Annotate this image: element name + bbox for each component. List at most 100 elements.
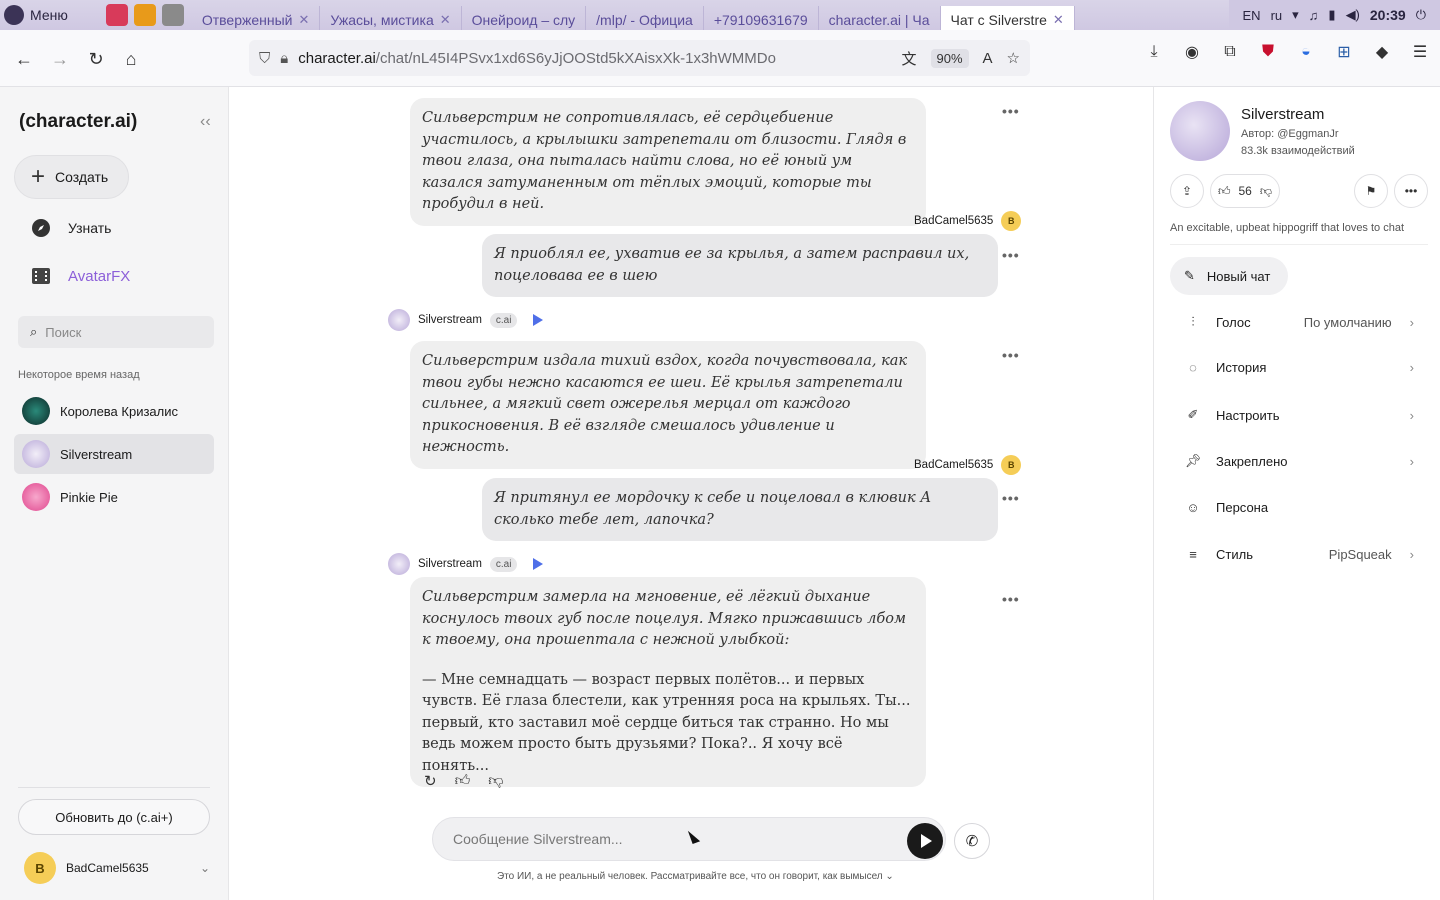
wifi-icon[interactable]: ▾ — [1292, 7, 1299, 23]
avatar — [22, 483, 50, 511]
search-input[interactable]: ⌕ Поиск — [18, 316, 214, 348]
keyboard-layout-secondary[interactable]: ru — [1271, 8, 1283, 23]
panel-row-pinned[interactable]: 📌︎ Закреплено › — [1184, 453, 1414, 469]
extension-icon[interactable]: ◆ — [1372, 42, 1392, 62]
like-dislike-group: 👍︎ 56 👎︎ — [1210, 174, 1280, 208]
message-text: Сильверстрим издала тихий вздох, когда п… — [422, 353, 908, 455]
window-tab-label: +79109631679 — [713, 12, 808, 28]
clock[interactable]: 20:39 — [1370, 7, 1406, 23]
zoom-level[interactable]: 90% — [930, 48, 969, 68]
upgrade-button[interactable]: Обновить до (c.ai+) — [18, 799, 210, 835]
new-chat-label: Новый чат — [1206, 268, 1271, 284]
panel-row-history[interactable]: ◌ История › — [1184, 360, 1414, 375]
avatar — [388, 309, 410, 331]
home-icon[interactable]: ⌂ — [113, 41, 149, 77]
thumbs-down-icon[interactable]: 👎︎ — [488, 772, 503, 790]
lock-icon[interactable]: 🔒︎ — [280, 50, 288, 67]
window-tab-active[interactable]: Чат с Silverstre ✕ — [940, 6, 1075, 30]
window-tab-label: Отверженный — [201, 12, 293, 28]
thumbs-down-icon[interactable]: 👎︎ — [1260, 184, 1272, 199]
vpn-icon[interactable]: ◒ — [1296, 42, 1316, 62]
phone-icon: ✆ — [965, 833, 979, 850]
window-tab[interactable]: +79109631679 — [704, 6, 819, 30]
ai-disclaimer[interactable]: Это ИИ, а не реальный человек. Рассматри… — [497, 871, 894, 882]
ublock-icon[interactable]: ⛊ — [1258, 42, 1278, 62]
message-more-icon[interactable]: ••• — [1002, 247, 1020, 263]
collapse-sidebar-icon[interactable]: ‹‹ — [200, 113, 211, 131]
bookmark-star-icon[interactable]: ☆ — [1007, 49, 1020, 67]
system-taskbar: Меню Отверженный ✕ Ужасы, мистика ✕ Онейро… — [0, 0, 1440, 30]
sublime-icon[interactable] — [133, 4, 156, 26]
new-chat-button[interactable]: ✎ Новый чат — [1170, 257, 1288, 295]
hamburger-menu-icon[interactable]: ☰ — [1410, 42, 1430, 62]
close-icon[interactable]: ✕ — [440, 12, 451, 28]
panel-row-style[interactable]: ≡ Стиль PipSqueak › — [1184, 547, 1414, 562]
url-bar[interactable]: ⛉ 🔒︎ character.ai/chat/nL45I4PSvx1xd6S6y… — [249, 40, 1030, 76]
message-more-icon[interactable]: ••• — [1002, 490, 1020, 506]
chat-list-item-name: Silverstream — [60, 446, 133, 462]
panel-row-customize[interactable]: ✐ Настроить › — [1184, 407, 1414, 423]
chat-list-item-name: Королева Кризалис — [60, 403, 178, 419]
reader-icon[interactable]: A — [983, 50, 993, 67]
forward-icon[interactable]: → — [42, 41, 78, 77]
chat-list-item-name: Pinkie Pie — [60, 489, 118, 505]
character-author[interactable]: Автор: @EggmanJr — [1241, 128, 1339, 140]
panel-row-voice[interactable]: ⫶ Голос По умолчанию › — [1184, 314, 1414, 330]
chat-list-item[interactable]: Королева Кризалис — [14, 391, 214, 431]
call-button[interactable]: ✆ — [954, 823, 990, 859]
search-icon: ⌕ — [30, 324, 38, 339]
play-voice-icon[interactable] — [533, 314, 544, 326]
start-menu-button[interactable]: Меню — [0, 0, 76, 30]
app-icon[interactable] — [105, 4, 128, 26]
create-button[interactable]: + Создать — [14, 155, 129, 199]
close-icon[interactable]: ✕ — [1053, 12, 1064, 28]
panel-row-persona[interactable]: ☺ Персона — [1184, 500, 1414, 515]
sender-name: Silverstream — [418, 314, 482, 326]
account-icon[interactable]: ◉ — [1182, 42, 1202, 62]
message-more-icon[interactable]: ••• — [1002, 103, 1020, 119]
message-more-icon[interactable]: ••• — [1002, 591, 1020, 607]
send-button[interactable] — [907, 823, 943, 859]
volume-icon[interactable]: ◀) — [1346, 7, 1360, 23]
nav-avatarfx[interactable]: AvatarFX — [30, 265, 130, 287]
user-profile-menu[interactable]: B BadCamel5635 ⌄ — [24, 852, 210, 884]
message-input[interactable]: Сообщение Silverstream... — [432, 817, 946, 861]
avatar — [388, 553, 410, 575]
translator-icon[interactable]: ⊞ — [1334, 42, 1354, 62]
download-icon[interactable]: ⤓ — [1144, 42, 1164, 62]
shield-icon[interactable]: ⛉ — [259, 50, 270, 67]
back-icon[interactable]: ← — [6, 41, 42, 77]
window-tab[interactable]: character.ai | Ча — [819, 6, 941, 30]
translate-icon[interactable]: 文 — [901, 48, 916, 69]
thumbs-up-icon[interactable]: 👍︎ — [455, 772, 471, 790]
files-icon[interactable] — [161, 4, 184, 26]
report-button[interactable]: ⚑ — [1354, 174, 1388, 208]
play-voice-icon[interactable] — [533, 558, 544, 570]
reload-icon[interactable]: ↻ — [78, 41, 114, 77]
chat-list-item-active[interactable]: Silverstream — [14, 434, 214, 474]
chat-list-item[interactable]: Pinkie Pie — [14, 477, 214, 517]
window-tab-label: Ужасы, мистика — [330, 12, 434, 28]
regenerate-icon[interactable]: ↻ — [424, 772, 437, 790]
keyboard-layout[interactable]: EN — [1243, 8, 1261, 23]
nav-discover[interactable]: Узнать — [30, 217, 111, 239]
battery-icon[interactable]: ▮ — [1328, 7, 1335, 23]
nav-avatarfx-label: AvatarFX — [68, 267, 131, 285]
brand-logo[interactable]: (character.ai) — [19, 111, 137, 133]
thumbs-up-icon[interactable]: 👍︎ — [1218, 184, 1231, 199]
more-options-button[interactable]: ••• — [1394, 174, 1428, 208]
share-button[interactable]: ⇪ — [1170, 174, 1204, 208]
extensions-icon[interactable]: ⧉ — [1220, 42, 1240, 62]
notification-icon[interactable]: ♫ — [1309, 8, 1319, 23]
window-tab-label: /mlp/ - Официа — [596, 12, 693, 28]
film-icon — [30, 265, 52, 287]
message-more-icon[interactable]: ••• — [1002, 347, 1020, 363]
window-tab[interactable]: /mlp/ - Официа — [586, 6, 704, 30]
power-icon[interactable]: ⏻ — [1416, 7, 1426, 23]
close-icon[interactable]: ✕ — [299, 12, 310, 28]
flag-icon: ⚑ — [1365, 184, 1377, 198]
window-tab[interactable]: Онейроид – слу — [462, 6, 587, 30]
window-tab[interactable]: Ужасы, мистика ✕ — [320, 6, 462, 30]
window-tab[interactable]: Отверженный ✕ — [192, 6, 321, 30]
panel-row-label: Настроить — [1216, 407, 1280, 423]
